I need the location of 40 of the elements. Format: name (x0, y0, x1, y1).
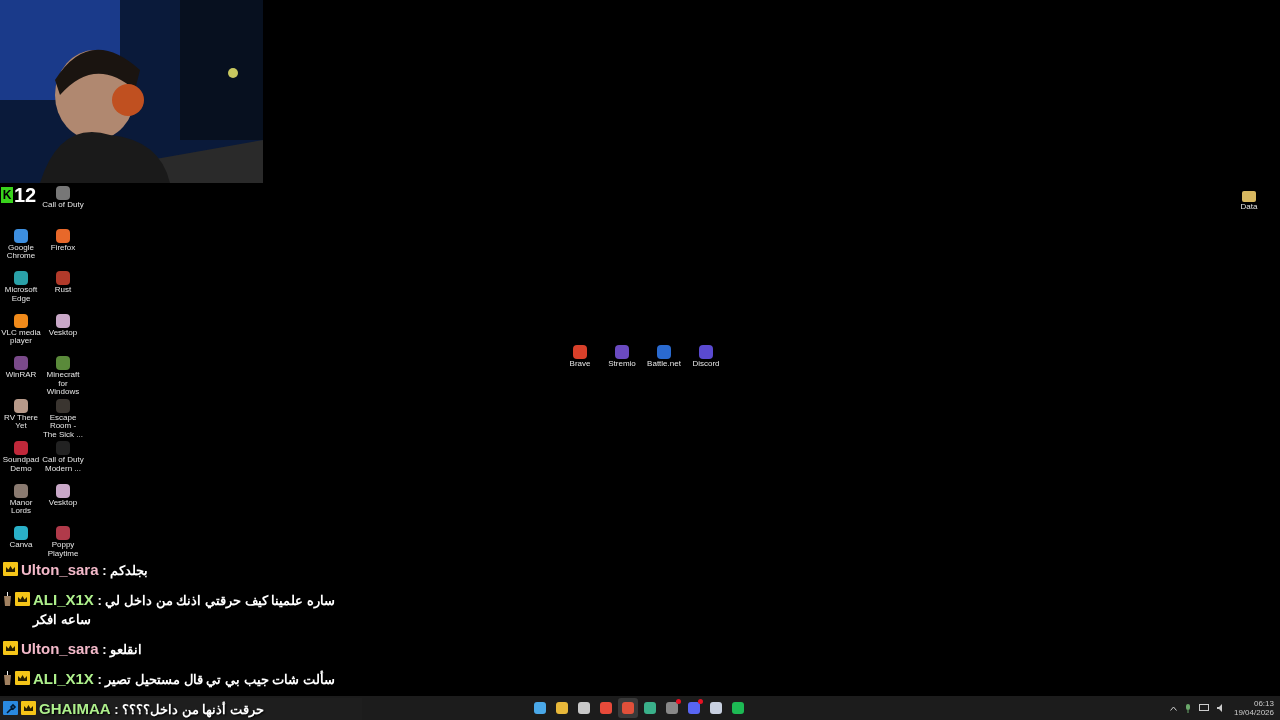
app-icon[interactable] (14, 398, 28, 413)
app-icon[interactable] (56, 483, 70, 498)
clock-time[interactable]: 06:13 (1253, 699, 1274, 708)
folder-icon[interactable] (1242, 191, 1256, 202)
icon-label: Discord (691, 360, 721, 369)
app-icon[interactable] (56, 228, 70, 243)
app-icon[interactable] (56, 313, 70, 328)
clock-date[interactable]: 19/04/2026 (1233, 708, 1274, 717)
channel-logo: K (1, 187, 13, 203)
icon-label: VLC media player (0, 328, 42, 346)
viewer-count: 12 (14, 185, 37, 205)
icon-label: Vesktop (47, 328, 79, 337)
icon-label: Brave (568, 360, 592, 369)
icon-label: Manor Lords (8, 498, 34, 516)
icon-label: Firefox (49, 243, 77, 252)
icon-label: Soundpad Demo (1, 456, 41, 473)
icon-label: Rust (53, 286, 73, 295)
monitor-icon[interactable] (1198, 704, 1209, 712)
icon-label: Vesktop (47, 498, 79, 507)
app-icon[interactable] (14, 228, 28, 243)
icon-label: Escape Room - The Sick ... (42, 413, 84, 439)
icon-label: Minecraft for Windows (45, 371, 81, 397)
icon-label: Battle.net (646, 360, 682, 369)
icon-label: Stremio (607, 360, 637, 369)
icon-label: Data (1239, 203, 1259, 212)
app-icon[interactable] (14, 313, 28, 328)
icon-label: Poppy Playtime (46, 541, 80, 558)
microphone-icon[interactable] (1184, 703, 1191, 713)
icon-label: Call of Duty Modern ... (42, 456, 84, 473)
icon-label: WinRAR (4, 371, 38, 380)
icon-label: RV There Yet (3, 413, 39, 431)
icon-label: Google Chrome (5, 243, 37, 261)
icon-label: Microsoft Edge (3, 286, 39, 303)
icon-label: Call of Duty (42, 201, 84, 210)
chevron-up-icon[interactable] (1169, 705, 1177, 711)
app-icon[interactable] (56, 356, 70, 370)
app-icon[interactable] (14, 526, 28, 540)
icon-label: Canva (8, 541, 34, 550)
app-icon[interactable] (14, 483, 28, 498)
app-icon[interactable] (14, 271, 28, 285)
